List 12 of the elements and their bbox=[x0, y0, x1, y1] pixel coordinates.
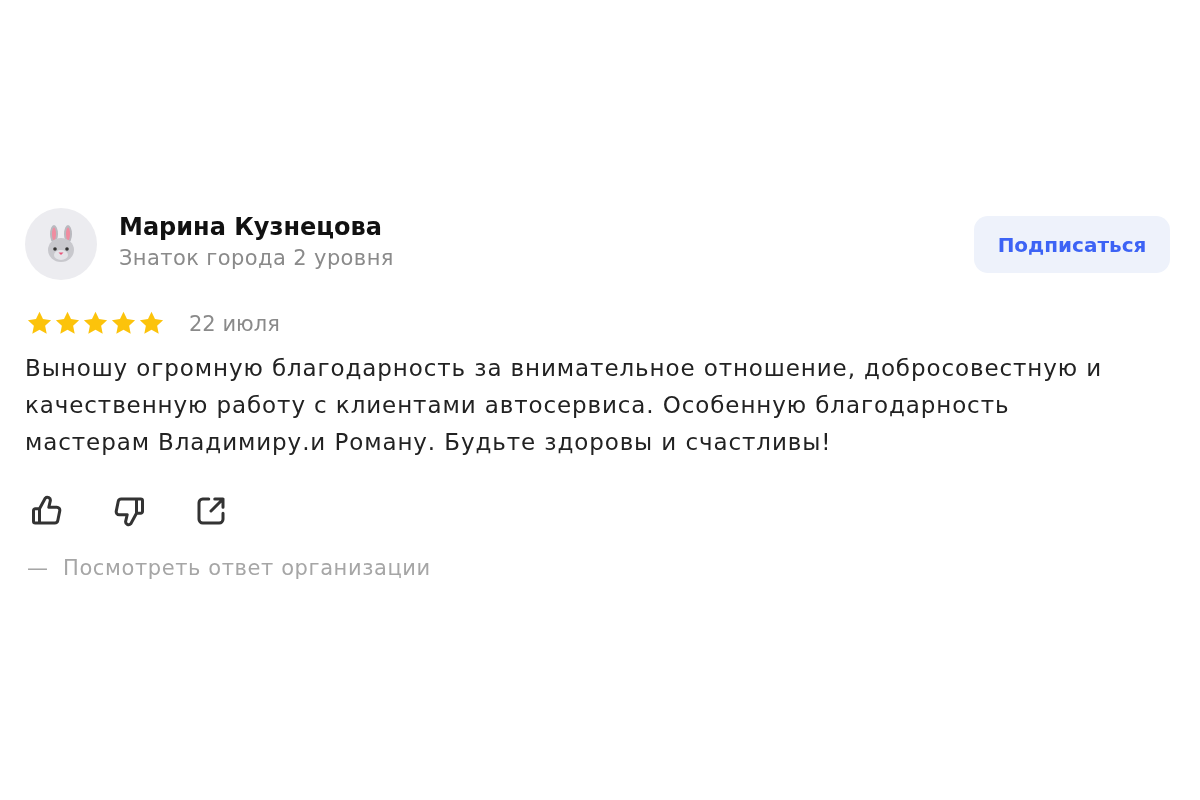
subscribe-button[interactable]: Подписаться bbox=[974, 216, 1170, 273]
star-icon bbox=[110, 310, 137, 337]
star-icon bbox=[138, 310, 165, 337]
review-text: Выношу огромную благодарность за внимательное отношение, добросовестную и качественную работу с клиентами автосервиса. Особенную благодарность мастерам Владимиру.и Роману. Будьте здоровы и счастливы! bbox=[25, 354, 1104, 457]
author-level: Знаток города 2 уровня bbox=[119, 245, 394, 272]
star-icon bbox=[26, 310, 53, 337]
author-name: Марина Кузнецова bbox=[119, 212, 382, 243]
review-date: 22 июля bbox=[189, 310, 280, 337]
view-reply-link[interactable]: Посмотреть ответ организации bbox=[63, 555, 431, 581]
dash: — bbox=[27, 555, 48, 581]
star-icon bbox=[82, 310, 109, 337]
star-icon bbox=[54, 310, 81, 337]
